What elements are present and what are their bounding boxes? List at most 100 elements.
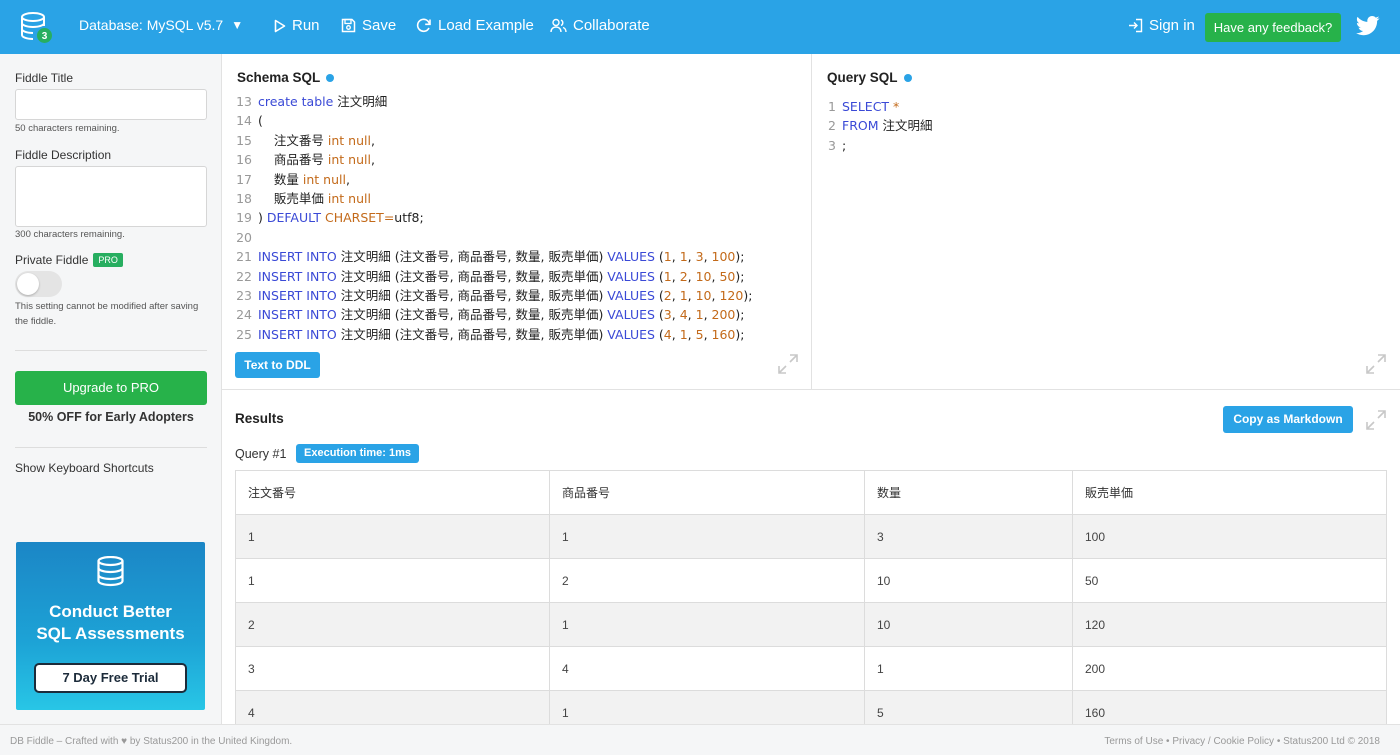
code-token: ,	[687, 307, 696, 323]
ad-headline: Conduct Better SQL Assessments	[16, 601, 205, 645]
expand-icon[interactable]	[1365, 353, 1387, 375]
code-token: ,	[687, 287, 696, 303]
line-number: 25	[236, 326, 252, 341]
code-token: VALUES	[607, 249, 655, 265]
line-number: 13	[236, 94, 252, 109]
line-number: 20	[236, 229, 252, 245]
line-number: 16	[236, 152, 252, 168]
promo-ad[interactable]: Conduct Better SQL Assessments 7 Day Fre…	[16, 542, 205, 710]
code-token: 1	[679, 249, 688, 265]
code-token: ,	[687, 249, 696, 265]
top-bar: 3 Database: MySQL v5.7 ▼ Run Save Load E…	[0, 0, 1400, 54]
load-example-button[interactable]: Load Example	[416, 17, 534, 34]
code-line: 17 数量 int null,	[236, 170, 806, 189]
early-adopter-offer: 50% OFF for Early Adopters	[28, 410, 194, 424]
code-token: ,	[370, 152, 375, 168]
terms-of-use-link[interactable]: Terms of Use	[1104, 736, 1163, 747]
code-token: ,	[703, 307, 712, 323]
code-line: 24 INSERT INTO 注文明細 (注文番号, 商品番号, 数量, 販売単価…	[236, 305, 806, 324]
show-keyboard-shortcuts-link[interactable]: Show Keyboard Shortcuts	[15, 461, 154, 475]
sidebar-divider	[15, 447, 207, 448]
code-token: 10	[695, 268, 712, 284]
query-sql-editor[interactable]: 1 SELECT * 2 FROM 注文明細 3;	[820, 97, 1390, 337]
code-token: );	[735, 326, 745, 341]
privacy-policy-link[interactable]: Privacy / Cookie Policy	[1172, 736, 1274, 747]
table-row: 1 2 10 50	[235, 558, 1387, 603]
code-token: 注文番号	[258, 132, 328, 148]
fiddle-title-input[interactable]	[15, 89, 207, 120]
code-token: );	[735, 307, 745, 323]
execution-time-badge: Execution time: 1ms	[296, 444, 419, 463]
code-line: 15 注文番号 int null,	[236, 131, 806, 150]
table-cell: 10	[864, 558, 1073, 603]
code-token: 注文明細 (注文番号, 商品番号, 数量, 販売単価)	[336, 307, 608, 323]
code-token: ,	[711, 287, 720, 303]
fiddle-title-label: Fiddle Title	[15, 71, 74, 85]
schema-sql-label: Schema SQL	[237, 70, 321, 85]
column-header: 数量	[864, 470, 1073, 515]
copy-as-markdown-button[interactable]: Copy as Markdown	[1223, 406, 1353, 433]
code-line: 20	[236, 228, 806, 247]
sign-in-button[interactable]: Sign in	[1128, 17, 1195, 34]
twitter-icon[interactable]	[1356, 16, 1380, 41]
line-number: 17	[236, 171, 252, 187]
code-token: ,	[370, 132, 375, 148]
table-cell: 2	[235, 602, 550, 647]
code-line: 18 販売単価 int null	[236, 189, 806, 208]
fiddle-description-field[interactable]	[15, 166, 207, 227]
play-icon	[274, 19, 286, 32]
code-token: ,	[671, 307, 680, 323]
table-row: 2 1 10 120	[235, 602, 1387, 647]
text-to-ddl-button[interactable]: Text to DDL	[235, 352, 320, 378]
footer-links: Terms of Use • Privacy / Cookie Policy •…	[1104, 736, 1380, 747]
code-token: int null	[327, 190, 371, 206]
results-panel: Results Copy as Markdown Query #1 Execut…	[222, 389, 1400, 724]
pro-badge: PRO	[93, 253, 123, 267]
code-line: 16 商品番号 int null,	[236, 150, 806, 169]
code-line: 21 INSERT INTO 注文明細 (注文番号, 商品番号, 数量, 販売単価…	[236, 247, 806, 266]
free-trial-button[interactable]: 7 Day Free Trial	[34, 663, 187, 693]
code-token: utf8;	[394, 210, 424, 226]
status-dot-icon	[903, 73, 912, 82]
code-token: 50	[719, 268, 736, 284]
code-line: 19) DEFAULT CHARSET= utf8;	[236, 208, 806, 227]
save-button[interactable]: Save	[341, 17, 396, 34]
expand-icon[interactable]	[777, 353, 799, 375]
fiddle-count-badge: 3	[36, 27, 53, 44]
code-token: VALUES	[607, 287, 655, 303]
table-cell: 1	[864, 646, 1073, 691]
database-icon	[97, 556, 124, 587]
table-cell: 160	[1072, 690, 1387, 724]
table-cell: 200	[1072, 646, 1387, 691]
code-token: INSERT INTO	[258, 326, 337, 341]
code-token: int null	[327, 132, 371, 148]
db-fiddle-logo[interactable]: 3	[20, 12, 54, 44]
run-button[interactable]: Run	[274, 17, 320, 34]
code-token: 注文明細	[333, 94, 388, 109]
query-label: Query #1	[235, 447, 287, 461]
collaborate-button[interactable]: Collaborate	[550, 17, 650, 34]
code-token: (	[654, 268, 664, 284]
expand-icon[interactable]	[1365, 409, 1387, 431]
code-token: 注文明細 (注文番号, 商品番号, 数量, 販売単価)	[336, 326, 608, 341]
line-number: 18	[236, 190, 252, 206]
table-cell: 120	[1072, 602, 1387, 647]
table-cell: 4	[235, 690, 550, 724]
code-token: 4	[663, 326, 672, 341]
code-token: )	[258, 210, 267, 226]
upgrade-to-pro-button[interactable]: Upgrade to PRO	[15, 371, 207, 405]
code-token: );	[735, 249, 745, 265]
fiddle-description-hint: 300 characters remaining.	[15, 229, 125, 240]
code-token: (	[654, 307, 664, 323]
code-token: 注文明細	[878, 118, 933, 134]
feedback-button[interactable]: Have any feedback?	[1205, 13, 1341, 42]
code-token: DEFAULT	[266, 210, 322, 226]
database-selector[interactable]: Database: MySQL v5.7 ▼	[79, 17, 243, 33]
code-token: CHARSET=	[321, 210, 395, 226]
schema-sql-editor[interactable]: 13 create table 注文明細 14(15 注文番号 int null, 1…	[236, 92, 806, 341]
code-token: 160	[711, 326, 736, 341]
table-cell: 4	[549, 646, 865, 691]
private-fiddle-toggle[interactable]	[15, 271, 62, 297]
code-line: 25 INSERT INTO 注文明細 (注文番号, 商品番号, 数量, 販売単価…	[236, 325, 806, 341]
results-table: 注文番号 商品番号 数量 販売単価 1 1 3 100 1 2 10 50 2 …	[235, 470, 1387, 724]
